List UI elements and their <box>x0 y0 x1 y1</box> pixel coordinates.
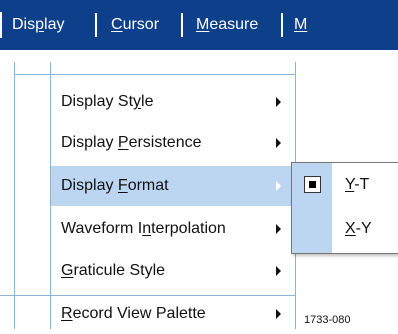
display-format-submenu: Y-T X-Y <box>291 162 398 254</box>
menu-item-graticule-style[interactable]: Graticule Style <box>51 251 294 291</box>
submenu-arrow-icon <box>276 138 281 148</box>
menu-item-display-style[interactable]: Display Style <box>51 82 294 122</box>
display-dropdown-menu: Display Style Display Persistence Displa… <box>0 62 300 329</box>
submenu-arrow-icon <box>276 97 281 107</box>
menu-item-record-view-palette[interactable]: Record View Palette <box>51 294 294 334</box>
menu-bar-separator <box>181 13 183 37</box>
menu-bar-separator <box>281 13 283 37</box>
submenu-item-y-t[interactable]: Y-T <box>292 163 398 207</box>
menu-bar-separator <box>0 12 2 38</box>
menu-display[interactable]: Display <box>12 0 64 50</box>
submenu-arrow-icon <box>276 224 281 234</box>
menu-mask[interactable]: M <box>294 0 307 50</box>
menu-item-waveform-interpolation[interactable]: Waveform Interpolation <box>51 209 294 249</box>
submenu-item-x-y[interactable]: X-Y <box>292 207 398 251</box>
menu-bar-separator <box>95 13 97 37</box>
menu-measure[interactable]: Measure <box>196 0 258 50</box>
menu-item-display-format[interactable]: Display Format <box>51 166 294 206</box>
submenu-arrow-icon <box>276 181 281 191</box>
menu-bar: Display Cursor Measure M <box>0 0 398 50</box>
menu-cursor[interactable]: Cursor <box>111 0 159 50</box>
menu-border-line <box>14 74 296 75</box>
menu-item-display-persistence[interactable]: Display Persistence <box>51 123 294 163</box>
submenu-arrow-icon <box>276 266 281 276</box>
menu-border-line <box>14 62 15 329</box>
selected-check-icon <box>304 176 321 193</box>
figure-number-label: 1733-080 <box>304 314 351 326</box>
submenu-arrow-icon <box>276 309 281 319</box>
